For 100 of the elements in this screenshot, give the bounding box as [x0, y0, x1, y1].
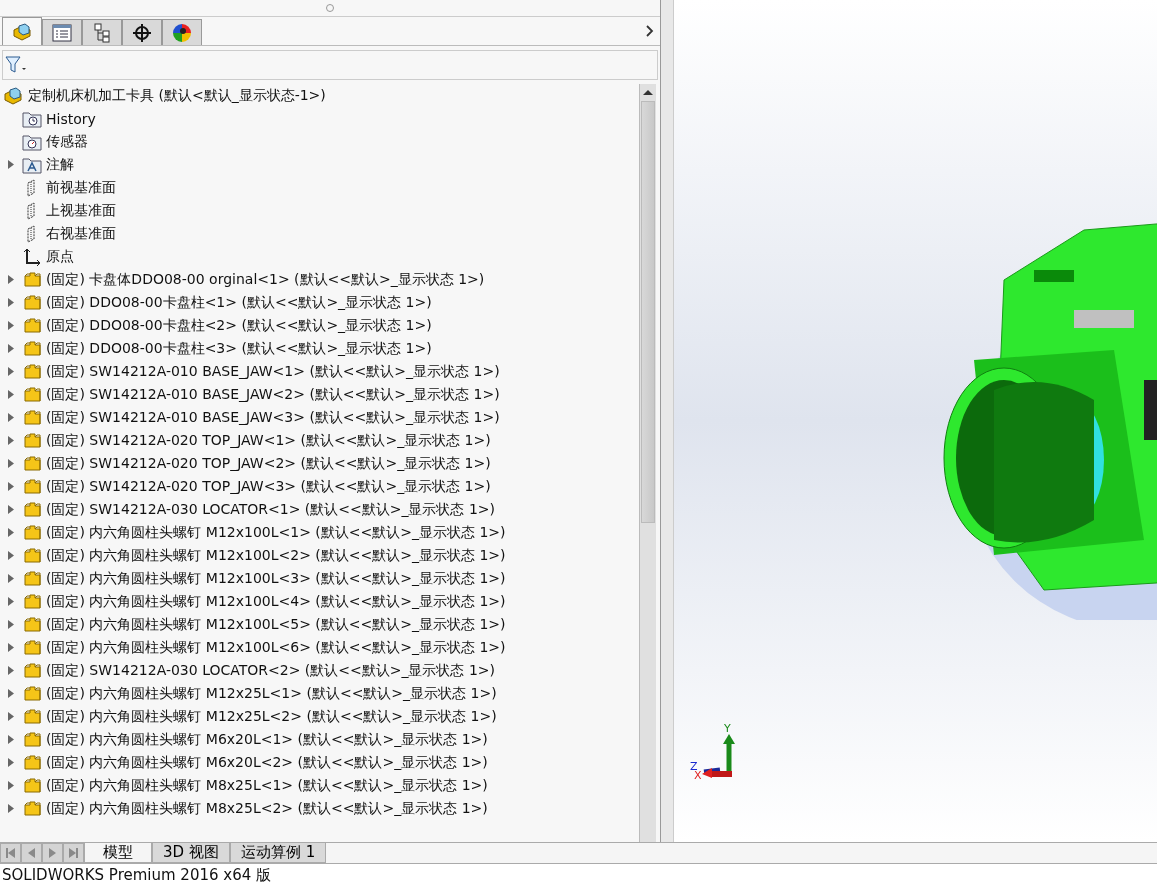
expand-arrow-icon[interactable]: [8, 597, 14, 606]
tree-item[interactable]: 定制机床机加工卡具 (默认<默认_显示状态-1>): [28, 86, 326, 105]
tree-item[interactable]: History: [46, 110, 96, 127]
part-icon: [22, 500, 42, 519]
tree-item[interactable]: 原点: [46, 247, 74, 266]
tree-item[interactable]: (固定) 内六角圆柱头螺钉 M12x100L<3> (默认<<默认>_显示状态 1>): [46, 569, 506, 588]
y-axis-label: Y: [724, 722, 731, 735]
expand-arrow-icon[interactable]: [8, 436, 14, 445]
tree-item[interactable]: (固定) SW14212A-020 TOP_JAW<2> (默认<<默认>_显示状态 1>): [46, 454, 491, 473]
tree-item[interactable]: (固定) DDO08-00卡盘柱<2> (默认<<默认>_显示状态 1>): [46, 316, 432, 335]
part-icon: [22, 316, 42, 335]
origin-axes-icon: [22, 247, 42, 266]
tree-item[interactable]: (固定) 内六角圆柱头螺钉 M12x25L<1> (默认<<默认>_显示状态 1>): [46, 684, 497, 703]
panel-tab[interactable]: [122, 19, 162, 45]
tree-item[interactable]: (固定) SW14212A-030 LOCATOR<2> (默认<<默认>_显示状态 1>): [46, 661, 496, 680]
part-icon: [22, 339, 42, 358]
part-icon: [22, 684, 42, 703]
part-icon: [22, 385, 42, 404]
expand-arrow-icon[interactable]: [8, 505, 14, 514]
tree-item[interactable]: 上视基准面: [46, 201, 116, 220]
assembly-icon: [4, 86, 24, 105]
chevron-right-icon[interactable]: [646, 25, 654, 37]
annotation-folder-icon: [22, 155, 42, 174]
cube-icon: [12, 21, 32, 42]
bottom-tab[interactable]: 3D 视图: [152, 843, 230, 863]
expand-arrow-icon[interactable]: [8, 574, 14, 583]
tree-item[interactable]: (固定) 卡盘体DDO08-00 orginal<1> (默认<<默认>_显示状态 1>): [46, 270, 485, 289]
panel-tab[interactable]: [162, 19, 202, 45]
expand-arrow-icon[interactable]: [8, 643, 14, 652]
expand-arrow-icon[interactable]: [8, 758, 14, 767]
part-icon: [22, 546, 42, 565]
hierarchy-icon: [93, 22, 111, 43]
tree-item[interactable]: (固定) 内六角圆柱头螺钉 M12x100L<5> (默认<<默认>_显示状态 1>): [46, 615, 506, 634]
x-axis-label: X: [694, 769, 702, 782]
expand-arrow-icon[interactable]: [8, 413, 14, 422]
part-icon: [22, 293, 42, 312]
tree-item[interactable]: (固定) 内六角圆柱头螺钉 M12x100L<4> (默认<<默认>_显示状态 1>): [46, 592, 506, 611]
tree-item[interactable]: (固定) SW14212A-030 LOCATOR<1> (默认<<默认>_显示状态 1>): [46, 500, 496, 519]
part-icon: [22, 431, 42, 450]
expand-arrow-icon[interactable]: [8, 367, 14, 376]
color-wheel-icon: [172, 22, 192, 43]
tree-item[interactable]: (固定) 内六角圆柱头螺钉 M12x100L<6> (默认<<默认>_显示状态 1>): [46, 638, 506, 657]
tree-item[interactable]: (固定) SW14212A-010 BASE_JAW<2> (默认<<默认>_显示状态 1>): [46, 385, 500, 404]
panel-tab[interactable]: [82, 19, 122, 45]
expand-arrow-icon[interactable]: [8, 482, 14, 491]
part-icon: [22, 615, 42, 634]
scroll-up-icon[interactable]: [643, 90, 653, 95]
scrollbar[interactable]: [639, 84, 656, 842]
part-icon: [22, 592, 42, 611]
part-icon: [22, 707, 42, 726]
part-icon: [22, 454, 42, 473]
expand-arrow-icon[interactable]: [8, 160, 14, 169]
bottom-tab[interactable]: 模型: [84, 843, 152, 863]
tree-item[interactable]: (固定) 内六角圆柱头螺钉 M8x25L<2> (默认<<默认>_显示状态 1>): [46, 799, 488, 818]
expand-arrow-icon[interactable]: [8, 666, 14, 675]
part-icon: [22, 569, 42, 588]
tree-item[interactable]: (固定) 内六角圆柱头螺钉 M12x25L<2> (默认<<默认>_显示状态 1>): [46, 707, 497, 726]
expand-arrow-icon[interactable]: [8, 689, 14, 698]
tree-item[interactable]: (固定) 内六角圆柱头螺钉 M6x20L<2> (默认<<默认>_显示状态 1>): [46, 753, 488, 772]
tree-item[interactable]: 前视基准面: [46, 178, 116, 197]
expand-arrow-icon[interactable]: [8, 275, 14, 284]
expand-arrow-icon[interactable]: [8, 298, 14, 307]
tree-item[interactable]: (固定) SW14212A-010 BASE_JAW<1> (默认<<默认>_显示状态 1>): [46, 362, 500, 381]
tree-item[interactable]: 注解: [46, 155, 74, 174]
expand-arrow-icon[interactable]: [8, 712, 14, 721]
tree-item[interactable]: (固定) 内六角圆柱头螺钉 M12x100L<2> (默认<<默认>_显示状态 1>): [46, 546, 506, 565]
scroll-thumb[interactable]: [641, 101, 655, 523]
expand-arrow-icon[interactable]: [8, 390, 14, 399]
sensor-folder-icon: [22, 132, 42, 151]
crosshair-icon: [132, 22, 152, 43]
part-icon: [22, 270, 42, 289]
tree-item[interactable]: (固定) SW14212A-020 TOP_JAW<1> (默认<<默认>_显示状态 1>): [46, 431, 491, 450]
expand-arrow-icon[interactable]: [8, 551, 14, 560]
expand-arrow-icon[interactable]: [8, 528, 14, 537]
tree-item[interactable]: (固定) 内六角圆柱头螺钉 M8x25L<1> (默认<<默认>_显示状态 1>): [46, 776, 488, 795]
part-icon: [22, 776, 42, 795]
filter-icon[interactable]: [5, 56, 27, 74]
expand-arrow-icon[interactable]: [8, 459, 14, 468]
tree-item[interactable]: 右视基准面: [46, 224, 116, 243]
part-icon: [22, 362, 42, 381]
tree-item[interactable]: (固定) DDO08-00卡盘柱<1> (默认<<默认>_显示状态 1>): [46, 293, 432, 312]
expand-arrow-icon[interactable]: [8, 321, 14, 330]
list-icon: [52, 23, 72, 42]
part-icon: [22, 638, 42, 657]
expand-arrow-icon[interactable]: [8, 344, 14, 353]
history-folder-icon: [22, 109, 42, 128]
expand-arrow-icon[interactable]: [8, 735, 14, 744]
expand-arrow-icon[interactable]: [8, 781, 14, 790]
tree-item[interactable]: (固定) DDO08-00卡盘柱<3> (默认<<默认>_显示状态 1>): [46, 339, 432, 358]
tree-item[interactable]: 传感器: [46, 132, 88, 151]
tree-item[interactable]: (固定) 内六角圆柱头螺钉 M12x100L<1> (默认<<默认>_显示状态 1>): [46, 523, 506, 542]
expand-arrow-icon[interactable]: [8, 804, 14, 813]
part-icon: [22, 408, 42, 427]
part-icon: [22, 730, 42, 749]
tree-item[interactable]: (固定) SW14212A-010 BASE_JAW<3> (默认<<默认>_显示状态 1>): [46, 408, 500, 427]
part-icon: [22, 799, 42, 818]
expand-arrow-icon[interactable]: [8, 620, 14, 629]
bottom-tab[interactable]: 运动算例 1: [229, 843, 327, 863]
tree-item[interactable]: (固定) 内六角圆柱头螺钉 M6x20L<1> (默认<<默认>_显示状态 1>): [46, 730, 488, 749]
tree-item[interactable]: (固定) SW14212A-020 TOP_JAW<3> (默认<<默认>_显示状态 1>): [46, 477, 491, 496]
